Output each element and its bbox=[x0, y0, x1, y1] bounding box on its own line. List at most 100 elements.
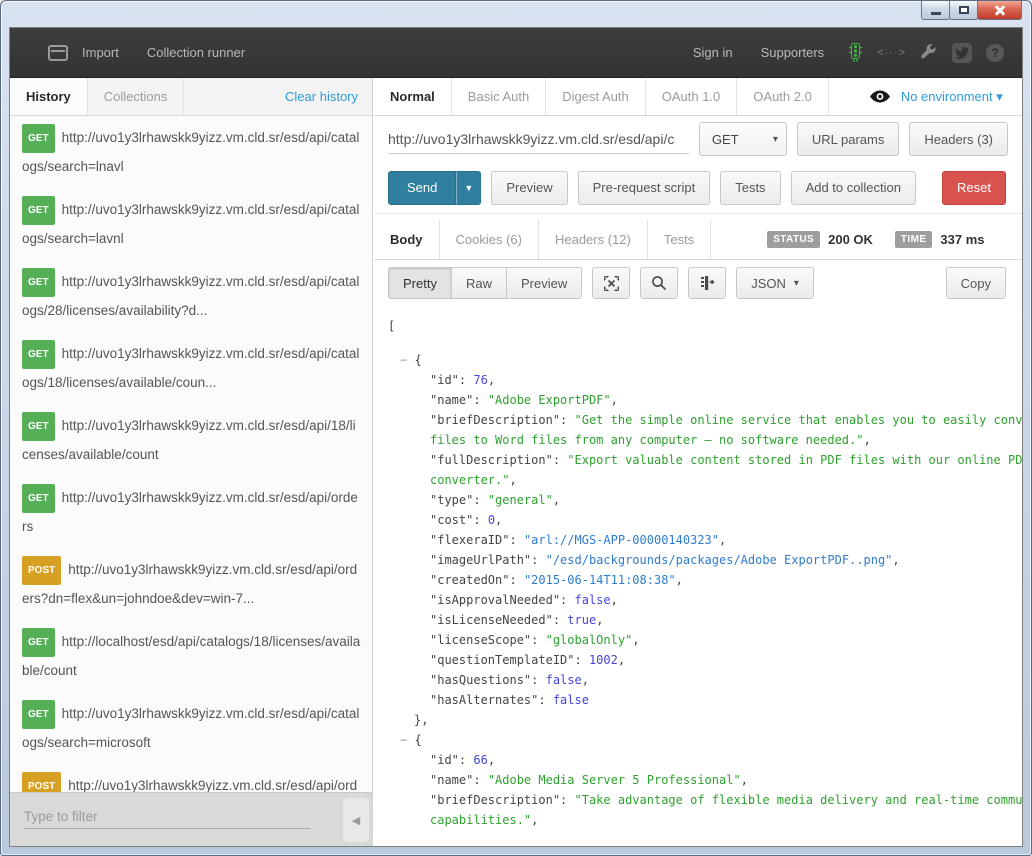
response-tab-cookies-6[interactable]: Cookies (6) bbox=[440, 220, 539, 259]
json-token: 1002 bbox=[589, 653, 618, 667]
view-mode-raw[interactable]: Raw bbox=[451, 267, 507, 299]
collapse-left-icon: ◀ bbox=[352, 814, 360, 827]
json-token: "briefDescription" bbox=[430, 793, 560, 807]
preview-button[interactable]: Preview bbox=[491, 171, 567, 205]
json-token: "type" bbox=[430, 493, 473, 507]
json-token: 76 bbox=[473, 373, 487, 387]
history-item[interactable]: GEThttp://uvo1y3lrhawskk9yizz.vm.cld.sr/… bbox=[10, 332, 372, 404]
json-line: − { bbox=[374, 350, 1022, 370]
twitter-icon[interactable] bbox=[952, 43, 972, 63]
format-icon bbox=[699, 275, 715, 291]
history-list: GET http://uvo1y3lrhawskk9yizz.vm.cld.sr/… bbox=[10, 116, 372, 792]
environment-selector[interactable]: No environment ▾ bbox=[901, 89, 1003, 105]
history-item[interactable]: POSThttp://uvo1y3lrhawskk9yizz.vm.cld.sr… bbox=[10, 764, 372, 792]
json-line: "fullDescription": "Export valuable cont… bbox=[374, 450, 1022, 470]
json-token: : bbox=[473, 773, 487, 787]
filter-input[interactable] bbox=[24, 805, 310, 829]
json-line: "name": "Adobe Media Server 5 Profession… bbox=[374, 770, 1022, 790]
json-line: "hasQuestions": false, bbox=[374, 670, 1022, 690]
json-line: "imageUrlPath": "/esd/backgrounds/packag… bbox=[374, 550, 1022, 570]
tab-history[interactable]: History bbox=[10, 78, 88, 115]
help-icon[interactable]: ? bbox=[986, 44, 1004, 62]
format-select[interactable]: JSON▾ bbox=[736, 267, 814, 299]
json-token: false bbox=[553, 693, 589, 707]
send-dropdown-button[interactable]: ▼ bbox=[456, 171, 481, 205]
response-tab-tests[interactable]: Tests bbox=[648, 220, 711, 259]
json-line: files to Word files from any computer – … bbox=[374, 430, 1022, 450]
request-url-input[interactable] bbox=[388, 124, 689, 154]
tab-collections[interactable]: Collections bbox=[88, 78, 185, 115]
expand-icon bbox=[604, 276, 619, 291]
tests-button[interactable]: Tests bbox=[720, 171, 780, 205]
history-item[interactable]: GEThttp://uvo1y3lrhawskk9yizz.vm.cld.sr/… bbox=[10, 692, 372, 764]
view-mode-preview[interactable]: Preview bbox=[506, 267, 582, 299]
json-token: "globalOnly" bbox=[546, 633, 633, 647]
clear-history-link[interactable]: Clear history bbox=[285, 78, 372, 115]
send-button[interactable]: Send bbox=[388, 171, 456, 205]
expand-button[interactable] bbox=[592, 267, 630, 299]
response-tab-body[interactable]: Body bbox=[374, 220, 440, 259]
eye-icon[interactable] bbox=[869, 90, 891, 103]
import-button[interactable]: Import bbox=[68, 45, 133, 60]
status-value: 200 OK bbox=[828, 232, 873, 247]
status-badge: STATUS bbox=[767, 231, 820, 248]
sidebar-tabs: History Collections Clear history bbox=[10, 78, 372, 116]
json-token: { bbox=[414, 733, 421, 747]
response-tab-headers-12[interactable]: Headers (12) bbox=[539, 220, 648, 259]
json-token: , bbox=[553, 493, 560, 507]
history-item[interactable]: GEThttp://uvo1y3lrhawskk9yizz.vm.cld.sr/… bbox=[10, 404, 372, 476]
time-badge: TIME bbox=[895, 231, 933, 248]
json-token: "imageUrlPath" bbox=[430, 553, 531, 567]
history-item[interactable]: GEThttp://uvo1y3lrhawskk9yizz.vm.cld.sr/… bbox=[10, 188, 372, 260]
close-icon bbox=[993, 3, 1007, 17]
method-select[interactable]: GET▾ bbox=[699, 122, 787, 156]
history-item[interactable]: POSThttp://uvo1y3lrhawskk9yizz.vm.cld.sr… bbox=[10, 548, 372, 620]
add-to-collection-button[interactable]: Add to collection bbox=[791, 171, 916, 205]
json-token: "Export valuable content stored in PDF f… bbox=[567, 453, 1022, 467]
tab-basic-auth[interactable]: Basic Auth bbox=[452, 78, 546, 115]
history-item[interactable]: GEThttp://uvo1y3lrhawskk9yizz.vm.cld.sr/… bbox=[10, 116, 372, 188]
wrench-icon[interactable] bbox=[920, 44, 938, 62]
collapse-toggle[interactable]: − bbox=[400, 353, 414, 367]
json-token: , bbox=[611, 593, 618, 607]
view-mode-pretty[interactable]: Pretty bbox=[388, 267, 452, 299]
close-button[interactable] bbox=[977, 1, 1022, 20]
tab-digest-auth[interactable]: Digest Auth bbox=[546, 78, 646, 115]
request-pane: NormalBasic AuthDigest AuthOAuth 1.0OAut… bbox=[374, 78, 1022, 846]
sign-in-button[interactable]: Sign in bbox=[679, 45, 747, 60]
sidebar-collapse-handle[interactable]: ◀ bbox=[343, 798, 369, 842]
collections-drawer-icon[interactable] bbox=[48, 45, 68, 61]
supporters-button[interactable]: Supporters bbox=[747, 45, 839, 60]
reset-button[interactable]: Reset bbox=[942, 171, 1006, 205]
collection-runner-button[interactable]: Collection runner bbox=[133, 45, 259, 60]
headers-button[interactable]: Headers (3) bbox=[909, 122, 1008, 156]
json-token: "id" bbox=[430, 373, 459, 387]
tab-normal[interactable]: Normal bbox=[374, 78, 452, 115]
history-item[interactable]: GEThttp://uvo1y3lrhawskk9yizz.vm.cld.sr/… bbox=[10, 476, 372, 548]
search-button[interactable] bbox=[640, 267, 678, 299]
format-button[interactable] bbox=[688, 267, 726, 299]
pre-request-script-button[interactable]: Pre-request script bbox=[578, 171, 711, 205]
json-token: : bbox=[459, 373, 473, 387]
json-token: "createdOn" bbox=[430, 573, 509, 587]
url-params-button[interactable]: URL params bbox=[797, 122, 899, 156]
maximize-button[interactable] bbox=[949, 1, 978, 20]
history-item[interactable]: GEThttp://localhost/esd/api/catalogs/18/… bbox=[10, 620, 372, 692]
method-badge: GET bbox=[22, 628, 55, 657]
json-line: "hasAlternates": false bbox=[374, 690, 1022, 710]
json-line: capabilities.", bbox=[374, 810, 1022, 830]
json-token: , bbox=[582, 673, 589, 687]
minimize-button[interactable] bbox=[921, 1, 950, 20]
json-token: : bbox=[560, 413, 574, 427]
traffic-light-icon[interactable] bbox=[848, 43, 863, 63]
tab-oauth-1-0[interactable]: OAuth 1.0 bbox=[646, 78, 738, 115]
copy-button[interactable]: Copy bbox=[946, 267, 1006, 299]
history-item[interactable]: GEThttp://uvo1y3lrhawskk9yizz.vm.cld.sr/… bbox=[10, 260, 372, 332]
request-url: http://uvo1y3lrhawskk9yizz.vm.cld.sr/esd… bbox=[22, 274, 359, 318]
collapse-toggle[interactable]: − bbox=[400, 733, 414, 747]
action-row: Send ▼ Preview Pre-request script Tests … bbox=[374, 162, 1022, 214]
tab-oauth-2-0[interactable]: OAuth 2.0 bbox=[737, 78, 829, 115]
method-badge: GET bbox=[22, 124, 55, 153]
code-brackets-icon[interactable]: <···> bbox=[877, 47, 906, 59]
json-token: [ bbox=[388, 319, 395, 333]
